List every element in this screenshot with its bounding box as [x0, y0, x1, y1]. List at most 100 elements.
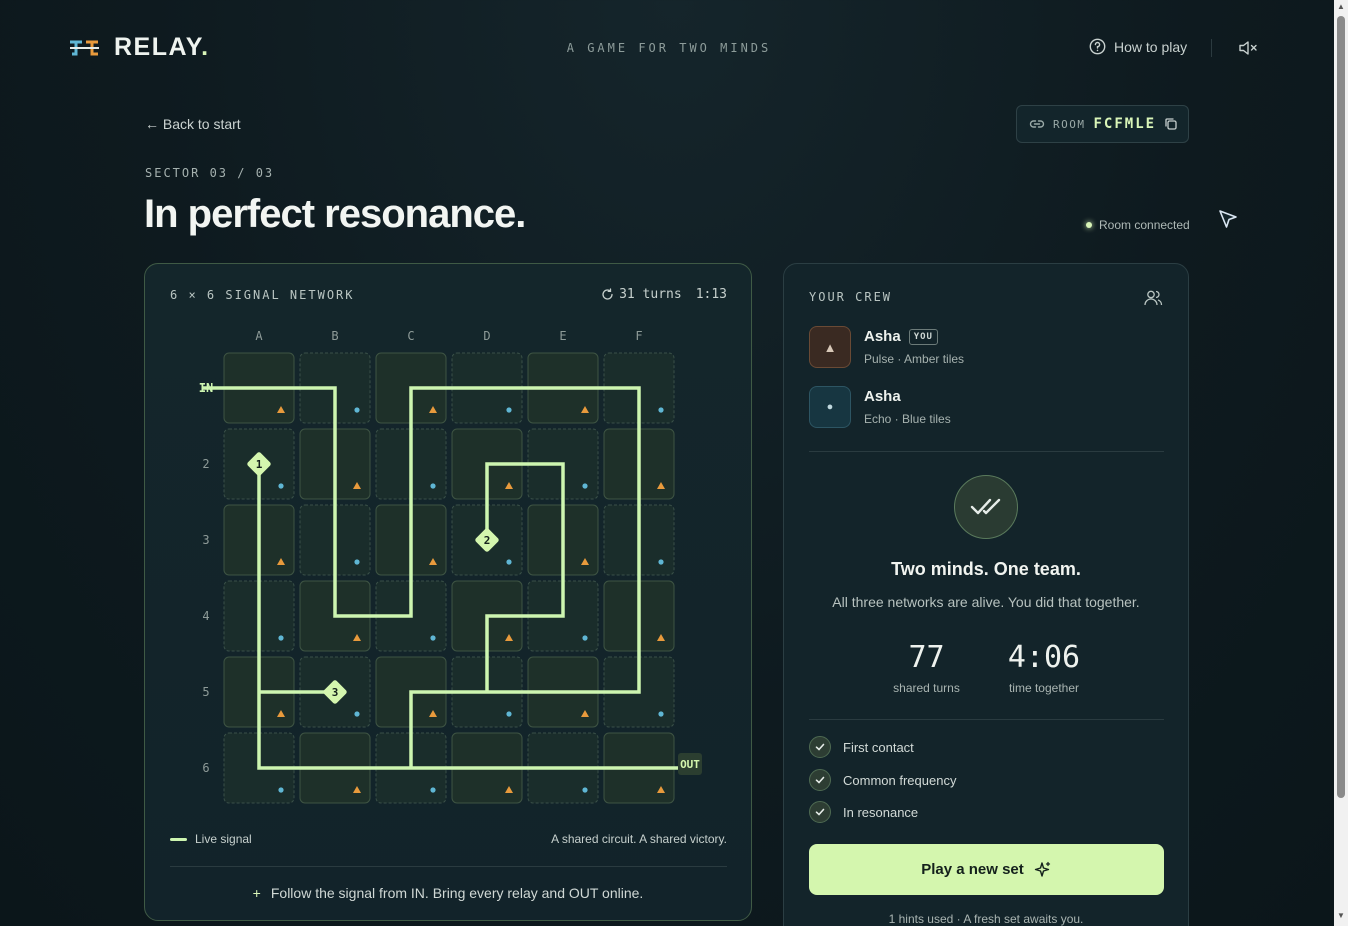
signal-grid[interactable]: A B C D E FIN23456123OUT [145, 264, 751, 824]
live-signal-swatch [170, 837, 187, 841]
legend-caption: A shared circuit. A shared victory. [551, 832, 727, 846]
column-label: E [559, 329, 566, 343]
out-terminal: OUT [678, 753, 702, 775]
column-label: A [255, 329, 263, 343]
header-divider [1211, 39, 1212, 57]
board-divider [170, 866, 727, 867]
member-name: Asha [864, 388, 901, 405]
achievement-item: First contact [809, 736, 914, 758]
scrollbar-thumb[interactable] [1337, 16, 1345, 798]
blue-marker-icon [582, 483, 588, 489]
room-code: FCFMLE [1093, 116, 1157, 132]
blue-marker-icon [658, 559, 664, 565]
member-role: Pulse · Amber tiles [864, 352, 965, 366]
scrollbar[interactable]: ▲ ▼ [1334, 0, 1348, 926]
achievement-label: First contact [843, 739, 914, 755]
row-label: 4 [202, 609, 209, 623]
blue-marker-icon [506, 407, 512, 413]
crew-panel: YOUR CREW ▲ Asha YOU Pulse · Amber tiles … [783, 263, 1189, 926]
stat-time-together: 4:06 time together [998, 640, 1090, 695]
blue-marker-icon [506, 711, 512, 717]
play-new-set-label: Play a new set [921, 861, 1024, 878]
relay-label: 2 [484, 534, 491, 547]
achievement-label: Common frequency [843, 772, 957, 788]
member-role: Echo · Blue tiles [864, 412, 951, 426]
sound-muted-icon[interactable] [1238, 38, 1258, 58]
blue-marker-icon [658, 711, 664, 717]
blue-marker-icon [658, 407, 664, 413]
link-icon [1029, 120, 1045, 128]
legend: Live signal [170, 832, 252, 846]
victory-subtitle: All three networks are alive. You did th… [832, 594, 1140, 610]
signal-network-panel: 6 × 6 SIGNAL NETWORK 31 turns 1:13 ABCDE… [144, 263, 752, 921]
plus-icon: + [252, 885, 261, 901]
help-circle-icon [1089, 38, 1106, 55]
avatar-echo: ● [809, 386, 851, 428]
out-label: OUT [680, 758, 700, 771]
crew-divider [809, 719, 1164, 720]
blue-marker-icon [506, 559, 512, 565]
board-instructions-text: Follow the signal from IN. Bring every r… [270, 885, 644, 901]
row-label: 5 [202, 685, 209, 699]
how-to-play-link[interactable]: How to play [1089, 38, 1187, 55]
crew-heading: YOUR CREW [809, 290, 893, 304]
page-title: In perfect resonance. [144, 192, 526, 236]
row-label: 3 [202, 533, 209, 547]
blue-marker-icon [354, 559, 360, 565]
victory-title: Two minds. One team. [891, 559, 1081, 579]
room-code-chip[interactable]: ROOM FCFMLE [1016, 105, 1189, 143]
achievement-item: In resonance [809, 801, 918, 823]
scroll-down-arrow-icon[interactable]: ▼ [1337, 912, 1345, 920]
check-icon [809, 769, 831, 791]
blue-marker-icon [278, 483, 284, 489]
blue-marker-icon [278, 635, 284, 641]
check-icon [809, 801, 831, 823]
blue-marker-icon [354, 407, 360, 413]
scroll-up-arrow-icon[interactable]: ▲ [1337, 3, 1345, 11]
connection-status: Room connected [1086, 218, 1190, 232]
member-name: Asha [864, 328, 901, 345]
relay-label: 1 [256, 458, 263, 471]
room-label: ROOM [1053, 117, 1086, 131]
connection-status-text: Room connected [1099, 218, 1190, 232]
stat-value: 77 [908, 640, 945, 675]
board-instructions: + Follow the signal from IN. Bring every … [145, 885, 751, 901]
relay-label: 3 [332, 686, 339, 699]
crew-member-you: ▲ Asha YOU Pulse · Amber tiles [809, 326, 964, 368]
sparkles-icon [1034, 861, 1050, 877]
blue-marker-icon [430, 635, 436, 641]
legend-live-label: Live signal [195, 832, 252, 846]
stat-label: shared turns [893, 681, 960, 695]
blue-marker-icon [430, 787, 436, 793]
victory-badge [954, 475, 1018, 539]
blue-marker-icon [354, 711, 360, 717]
achievement-label: In resonance [843, 804, 919, 820]
column-label: D [483, 329, 490, 343]
how-to-play-label: How to play [1114, 38, 1188, 55]
copy-icon[interactable] [1164, 117, 1178, 131]
avatar-pulse: ▲ [809, 326, 851, 368]
check-icon [809, 736, 831, 758]
you-badge: YOU [908, 328, 938, 345]
achievement-item: Common frequency [809, 769, 956, 791]
partner-cursor-icon [1219, 210, 1237, 228]
blue-marker-icon [430, 483, 436, 489]
back-to-start-link[interactable]: ← Back to start [145, 116, 241, 132]
status-dot [1086, 222, 1092, 228]
column-label: C [407, 329, 414, 343]
double-check-icon [970, 498, 1001, 515]
play-new-set-button[interactable]: Play a new set [809, 844, 1164, 895]
column-label: F [635, 329, 642, 343]
column-label: B [331, 329, 338, 343]
stat-label: time together [1008, 681, 1080, 695]
stat-shared-turns: 77 shared turns [884, 640, 969, 695]
sector-label: SECTOR 03 / 03 [145, 166, 275, 180]
crew-member-partner: ● Asha Echo · Blue tiles [809, 386, 951, 428]
users-icon[interactable] [1143, 288, 1163, 308]
blue-marker-icon [582, 787, 588, 793]
blue-marker-icon [582, 635, 588, 641]
row-label: 2 [202, 457, 209, 471]
blue-marker-icon [278, 787, 284, 793]
crew-divider [809, 451, 1164, 452]
hints-used-text: 1 hints used · A fresh set awaits you. [888, 912, 1084, 926]
